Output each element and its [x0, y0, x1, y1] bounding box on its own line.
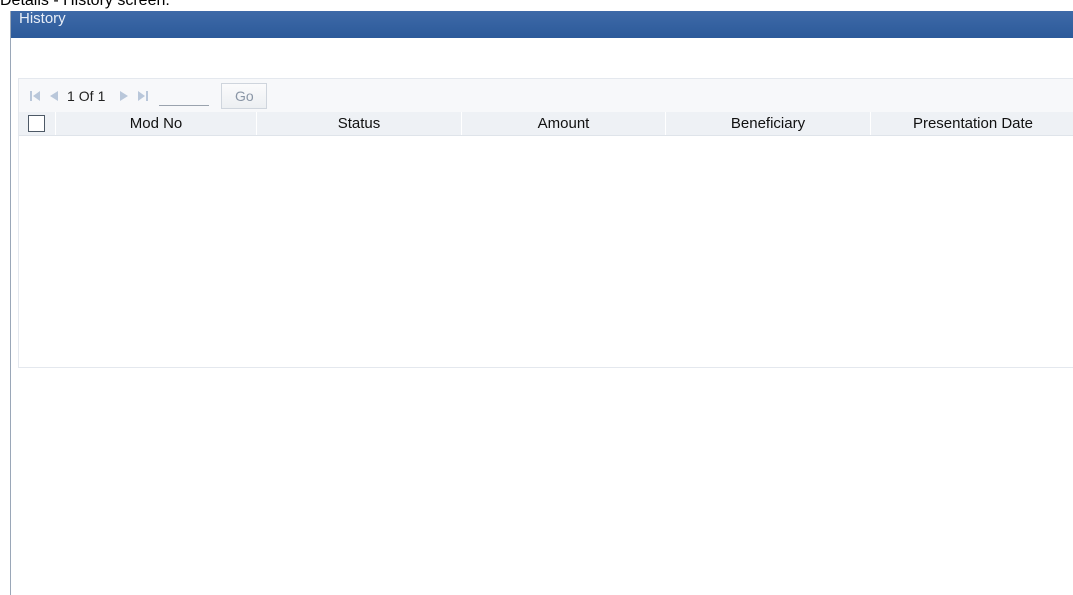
of-label: Of	[78, 87, 94, 104]
window-title-bar: History	[11, 11, 1073, 38]
select-all-cell	[19, 112, 56, 135]
grid-header-row: Mod No Status Amount Beneficiary Present…	[19, 112, 1073, 136]
history-grid: 1 Of 1 Go Mod No Status Amount Beneficia…	[18, 78, 1073, 368]
column-header-status[interactable]: Status	[257, 112, 462, 135]
last-page-icon[interactable]	[135, 88, 151, 104]
column-header-presentation-date[interactable]: Presentation Date	[871, 112, 1073, 135]
column-header-beneficiary[interactable]: Beneficiary	[666, 112, 871, 135]
first-page-icon[interactable]	[27, 88, 43, 104]
select-all-checkbox[interactable]	[28, 115, 45, 132]
previous-page-icon[interactable]	[45, 88, 61, 104]
window-title: History	[19, 11, 66, 27]
pagination-bar: 1 Of 1 Go	[19, 79, 1073, 112]
next-page-icon[interactable]	[117, 88, 133, 104]
current-page: 1	[67, 87, 75, 104]
column-header-mod-no[interactable]: Mod No	[56, 112, 257, 135]
screen-caption: Details - History screen.	[0, 0, 170, 9]
page-indicator: 1 Of 1	[67, 88, 105, 104]
history-window: History 1 Of 1 Go Mod No Status Amount B…	[10, 11, 1073, 595]
total-pages: 1	[97, 87, 106, 104]
page-number-input[interactable]	[159, 85, 210, 106]
column-header-amount[interactable]: Amount	[462, 112, 666, 135]
go-button[interactable]: Go	[221, 82, 268, 109]
